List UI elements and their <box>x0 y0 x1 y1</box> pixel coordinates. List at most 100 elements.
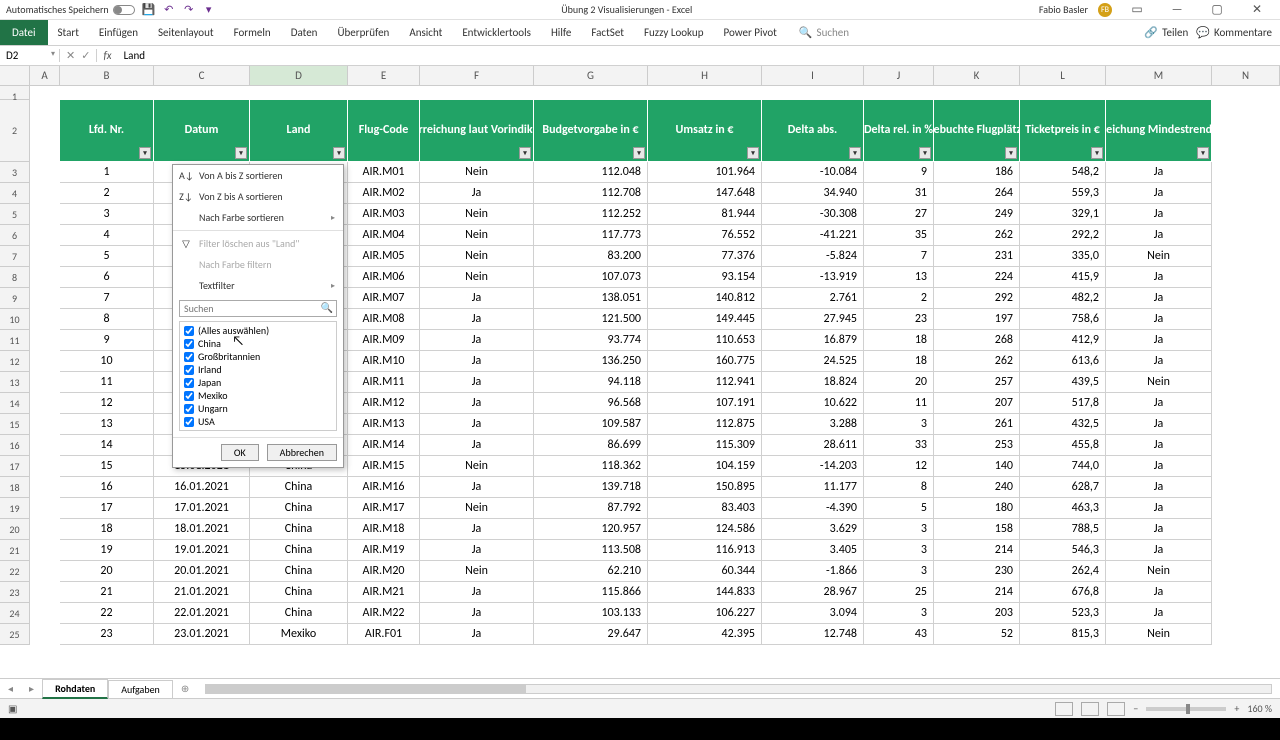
cell[interactable]: 20 <box>864 372 934 393</box>
cell[interactable]: 140 <box>934 456 1020 477</box>
filter-check-item[interactable]: China <box>182 337 334 350</box>
cell[interactable]: 112.941 <box>648 372 762 393</box>
cell[interactable]: 12.748 <box>762 624 864 645</box>
cell[interactable]: Ja <box>1106 435 1212 456</box>
cell[interactable]: Ja <box>420 603 534 624</box>
cell[interactable]: 112.875 <box>648 414 762 435</box>
cell[interactable]: 5 <box>864 498 934 519</box>
cell[interactable]: Nein <box>420 225 534 246</box>
cell[interactable]: Ja <box>420 393 534 414</box>
maximize-icon[interactable]: ▢ <box>1202 2 1232 17</box>
cell[interactable]: Ja <box>420 183 534 204</box>
cell[interactable]: 158 <box>934 519 1020 540</box>
cell[interactable]: 815,3 <box>1020 624 1106 645</box>
cell[interactable]: Ja <box>1106 204 1212 225</box>
cell[interactable]: AIR.M14 <box>348 435 420 456</box>
cell[interactable]: 112.048 <box>534 162 648 183</box>
cell[interactable]: 43 <box>864 624 934 645</box>
cell[interactable]: 93.774 <box>534 330 648 351</box>
close-icon[interactable]: ✕ <box>1242 2 1272 17</box>
cell[interactable]: 261 <box>934 414 1020 435</box>
col-header-a[interactable]: A <box>30 66 60 85</box>
cell[interactable]: -1.866 <box>762 561 864 582</box>
cell[interactable]: 613,6 <box>1020 351 1106 372</box>
cell[interactable]: AIR.M12 <box>348 393 420 414</box>
row-header[interactable]: 13 <box>0 372 30 393</box>
cell[interactable]: 3 <box>864 540 934 561</box>
row-header[interactable]: 2 <box>0 100 30 162</box>
cell[interactable]: 19.01.2021 <box>154 540 250 561</box>
cell[interactable]: AIR.M16 <box>348 477 420 498</box>
cell[interactable]: 1 <box>60 162 154 183</box>
cell[interactable]: 744,0 <box>1020 456 1106 477</box>
cell[interactable]: 13 <box>60 414 154 435</box>
cell[interactable]: 35 <box>864 225 934 246</box>
cell[interactable]: 12 <box>864 456 934 477</box>
cell[interactable]: 6 <box>60 267 154 288</box>
cell[interactable]: 107.191 <box>648 393 762 414</box>
cell[interactable]: 11 <box>60 372 154 393</box>
cell[interactable]: 27.945 <box>762 309 864 330</box>
filter-button-icon[interactable]: ▾ <box>1197 147 1209 159</box>
cell[interactable]: 292 <box>934 288 1020 309</box>
cell[interactable]: 86.699 <box>534 435 648 456</box>
row-header[interactable]: 3 <box>0 162 30 183</box>
row-header[interactable]: 7 <box>0 246 30 267</box>
row-header[interactable]: 22 <box>0 561 30 582</box>
customize-qat-icon[interactable]: ▾ <box>203 4 215 16</box>
col-header-f[interactable]: F <box>420 66 534 85</box>
row-header[interactable]: 21 <box>0 540 30 561</box>
cell[interactable]: Ja <box>420 477 534 498</box>
tab-datei[interactable]: Datei <box>0 20 48 45</box>
cell[interactable]: 121.500 <box>534 309 648 330</box>
cell[interactable]: 33 <box>864 435 934 456</box>
cell[interactable]: 117.773 <box>534 225 648 246</box>
cell[interactable]: 96.568 <box>534 393 648 414</box>
cell[interactable]: 180 <box>934 498 1020 519</box>
cell[interactable]: 3 <box>864 519 934 540</box>
cell[interactable]: AIR.M13 <box>348 414 420 435</box>
filter-check-all[interactable]: (Alles auswählen) <box>182 324 334 337</box>
cell[interactable]: 23 <box>60 624 154 645</box>
cell[interactable]: 139.718 <box>534 477 648 498</box>
tab-factset[interactable]: FactSet <box>581 20 634 45</box>
autosave-toggle[interactable]: Automatisches Speichern <box>6 3 135 16</box>
cell[interactable]: China <box>250 498 348 519</box>
cell[interactable]: Nein <box>420 204 534 225</box>
filter-ok-button[interactable]: OK <box>221 444 259 461</box>
tab-start[interactable]: Start <box>48 20 89 45</box>
cell[interactable]: 9 <box>864 162 934 183</box>
cell[interactable]: 21.01.2021 <box>154 582 250 603</box>
col-header-n[interactable]: N <box>1212 66 1280 85</box>
cell[interactable]: 140.812 <box>648 288 762 309</box>
cell[interactable]: Nein <box>420 246 534 267</box>
name-box[interactable]: D2 <box>0 49 60 62</box>
cell[interactable]: 94.118 <box>534 372 648 393</box>
cell[interactable]: 21 <box>60 582 154 603</box>
tab-daten[interactable]: Daten <box>281 20 328 45</box>
filter-check-item[interactable]: Japan <box>182 376 334 389</box>
cell[interactable]: -13.919 <box>762 267 864 288</box>
cell[interactable]: Ja <box>1106 456 1212 477</box>
cell[interactable]: 22.01.2021 <box>154 603 250 624</box>
cell[interactable]: Ja <box>420 582 534 603</box>
col-header-g[interactable]: G <box>534 66 648 85</box>
cell[interactable]: 7 <box>864 246 934 267</box>
fx-icon[interactable]: fx <box>97 49 117 62</box>
cell[interactable]: 115.866 <box>534 582 648 603</box>
cell[interactable]: 23 <box>864 309 934 330</box>
row-header[interactable]: 15 <box>0 414 30 435</box>
cell[interactable]: 29.647 <box>534 624 648 645</box>
cell[interactable]: AIR.M19 <box>348 540 420 561</box>
filter-check-item[interactable]: Ungarn <box>182 402 334 415</box>
cell[interactable]: 3.094 <box>762 603 864 624</box>
cell[interactable]: 83.403 <box>648 498 762 519</box>
cell[interactable]: 112.708 <box>534 183 648 204</box>
cell[interactable]: 262 <box>934 351 1020 372</box>
filter-button-icon[interactable]: ▾ <box>519 147 531 159</box>
tab-einfuegen[interactable]: Einfügen <box>89 20 148 45</box>
cell[interactable]: AIR.M02 <box>348 183 420 204</box>
cell[interactable]: Ja <box>420 351 534 372</box>
row-header[interactable]: 25 <box>0 624 30 645</box>
cell[interactable]: 214 <box>934 540 1020 561</box>
